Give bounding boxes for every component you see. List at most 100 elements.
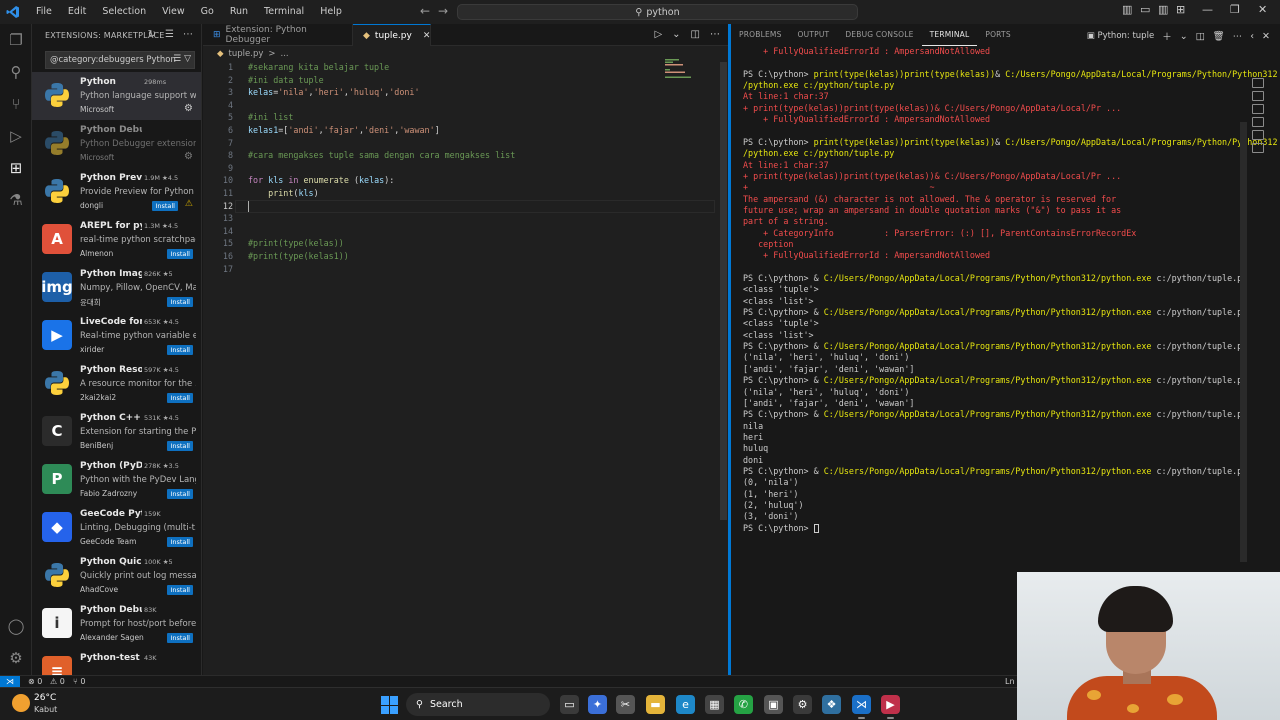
source-control-icon[interactable]: ⑂	[6, 94, 26, 114]
restore-icon[interactable]: ❐	[1230, 3, 1240, 16]
install-button[interactable]: Install	[167, 489, 193, 499]
vscode-taskbar-icon[interactable]: ⋊	[852, 695, 871, 719]
terminal-instance-icon[interactable]	[1252, 104, 1264, 114]
extension-item[interactable]: Python Reso...597K ★4.5 A resource monito…	[32, 360, 201, 408]
menu-help[interactable]: Help	[312, 0, 350, 24]
code-line[interactable]: 15 #print(type(kelas))	[203, 237, 673, 250]
store-icon[interactable]: ▦	[705, 695, 724, 714]
code-line[interactable]: 11 print(kls)	[203, 187, 673, 200]
extension-item[interactable]: Python Previ...1.9M ★4.5 Provide Preview …	[32, 168, 201, 216]
edge-browser-icon[interactable]: e	[676, 695, 695, 714]
more-actions-icon[interactable]: ⋯	[1233, 31, 1243, 42]
extension-item[interactable]: Python 298ms Python language support wi...…	[32, 72, 201, 120]
extension-item[interactable]: A AREPL for pyt...1.3M ★4.5 real-time pyth…	[32, 216, 201, 264]
minimap[interactable]	[665, 59, 705, 79]
split-terminal-icon[interactable]: ◫	[1196, 31, 1205, 42]
file-explorer-icon[interactable]: ▬	[646, 695, 665, 714]
code-line[interactable]: 12	[203, 200, 673, 213]
extension-search-input[interactable]: @category:debuggers Python ☰ ▽	[45, 51, 195, 69]
menu-terminal[interactable]: Terminal	[256, 0, 312, 24]
extension-item[interactable]: i Python Debuggin...83K Prompt for host/po…	[32, 600, 201, 648]
extension-item[interactable]: Python Debugger Python Debugger extension…	[32, 120, 201, 168]
install-button[interactable]: Install	[167, 297, 193, 307]
chevron-down-icon[interactable]: ⌄	[1180, 31, 1188, 42]
terminal-instance-icon[interactable]	[1252, 117, 1264, 127]
chevron-down-icon[interactable]: ⌄	[672, 29, 680, 40]
extension-item[interactable]: img Python Image...826K ★5 Numpy, Pillow, …	[32, 264, 201, 312]
extension-item[interactable]: ≡ Python-test 43K	[32, 648, 201, 675]
editor-scrollbar[interactable]	[720, 62, 727, 520]
account-icon[interactable]: ◯	[6, 616, 26, 636]
terminal-instance-icon[interactable]	[1252, 78, 1264, 88]
menu-edit[interactable]: Edit	[60, 0, 94, 24]
kill-terminal-icon[interactable]: 🗑	[1213, 31, 1225, 42]
testing-icon[interactable]: ⚗	[6, 190, 26, 210]
install-button[interactable]: Install	[167, 441, 193, 451]
run-debug-icon[interactable]: ▷	[6, 126, 26, 146]
install-button[interactable]: Install	[167, 585, 193, 595]
menu-selection[interactable]: Selection	[94, 0, 154, 24]
extension-item[interactable]: ◆ GeeCode Python159K Linting, Debugging (m…	[32, 504, 201, 552]
terminal-instance-icon[interactable]	[1252, 143, 1264, 153]
toggle-panel-icon[interactable]: ▭	[1140, 3, 1150, 16]
breadcrumb-symbol[interactable]: ...	[281, 49, 289, 59]
close-panel-icon[interactable]: ✕	[1262, 31, 1270, 42]
minimize-icon[interactable]: —	[1202, 3, 1213, 16]
back-arrow-icon[interactable]: ←	[420, 4, 430, 18]
recorder-app-icon[interactable]: ▶	[881, 695, 900, 719]
maximize-panel-icon[interactable]: ‹	[1250, 31, 1254, 42]
install-button[interactable]: Install	[152, 201, 178, 211]
code-line[interactable]: 1 #sekarang kita belajar tuple	[203, 61, 673, 74]
copilot-icon[interactable]: ✦	[588, 695, 607, 714]
code-line[interactable]: 6 kelas1=['andi','fajar','deni','wawan']	[203, 124, 673, 137]
weather-temperature[interactable]: 26°C	[34, 693, 56, 703]
filter-icon[interactable]: ☰ ▽	[173, 54, 191, 64]
warning-icon[interactable]: ⚠	[185, 199, 193, 209]
code-line[interactable]: 2 #ini data tuple	[203, 74, 673, 87]
install-button[interactable]: Install	[167, 633, 193, 643]
terminal-instance-icon[interactable]	[1252, 130, 1264, 140]
menu-run[interactable]: Run	[222, 0, 256, 24]
search-icon[interactable]: ⚲	[6, 62, 26, 82]
command-center-search[interactable]: ⚲ python	[457, 4, 858, 20]
code-line[interactable]: 4	[203, 99, 673, 112]
extension-item[interactable]: C Python C++ ...531K ★4.5 Extension for st…	[32, 408, 201, 456]
install-button[interactable]: Install	[167, 393, 193, 403]
menu-go[interactable]: Go	[193, 0, 222, 24]
tab-terminal[interactable]: TERMINAL	[921, 24, 978, 46]
install-button[interactable]: Install	[167, 345, 193, 355]
code-line[interactable]: 7	[203, 137, 673, 150]
windows-start-icon[interactable]	[381, 696, 399, 714]
explorer-icon[interactable]: ❐	[6, 30, 26, 50]
code-line[interactable]: 10 for kls in enumerate (kelas):	[203, 174, 673, 187]
code-line[interactable]: 3 kelas='nila','heri','huluq','doni'	[203, 86, 673, 99]
weather-icon[interactable]	[12, 694, 30, 712]
breadcrumb-file[interactable]: tuple.py	[229, 49, 264, 59]
taskbar-search[interactable]: ⚲ Search	[406, 693, 550, 716]
tab-output[interactable]: OUTPUT	[790, 24, 838, 46]
more-actions-icon[interactable]: ⋯	[710, 29, 720, 40]
run-python-icon[interactable]: ▷	[654, 29, 662, 40]
code-line[interactable]: 5 #ini list	[203, 111, 673, 124]
split-editor-icon[interactable]: ◫	[691, 29, 700, 40]
install-button[interactable]: Install	[167, 249, 193, 259]
terminal-scrollbar[interactable]	[1240, 122, 1247, 562]
extension-item[interactable]: ▶ LiveCode for ...653K ★4.5 Real-time pyth…	[32, 312, 201, 360]
task-view-icon[interactable]: ▭	[560, 695, 579, 714]
whatsapp-icon[interactable]: ✆	[734, 695, 753, 714]
code-line[interactable]: 8 #cara mengakses tuple sama dengan cara …	[203, 149, 673, 162]
refresh-icon[interactable]: ↻	[148, 29, 156, 40]
code-line[interactable]: 16 #print(type(kelas1))	[203, 250, 673, 263]
install-button[interactable]: Install	[167, 537, 193, 547]
forward-arrow-icon[interactable]: →	[438, 4, 448, 18]
tab-tuple-py[interactable]: ◆ tuple.py ✕	[353, 24, 431, 46]
network-app-icon[interactable]: ❖	[822, 695, 841, 714]
tab-problems[interactable]: PROBLEMS	[731, 24, 790, 46]
manage-gear-icon[interactable]: ⚙	[184, 103, 193, 114]
toggle-sidebar-icon[interactable]: ▥	[1122, 3, 1132, 16]
code-line[interactable]: 9	[203, 162, 673, 175]
clear-icon[interactable]: ☰	[165, 29, 174, 40]
snipping-tool-icon[interactable]: ✂	[616, 695, 635, 714]
tab-extension-python-debugger[interactable]: ⊞ Extension: Python Debugger	[203, 24, 353, 46]
settings-gear-icon[interactable]: ⚙	[6, 648, 26, 668]
